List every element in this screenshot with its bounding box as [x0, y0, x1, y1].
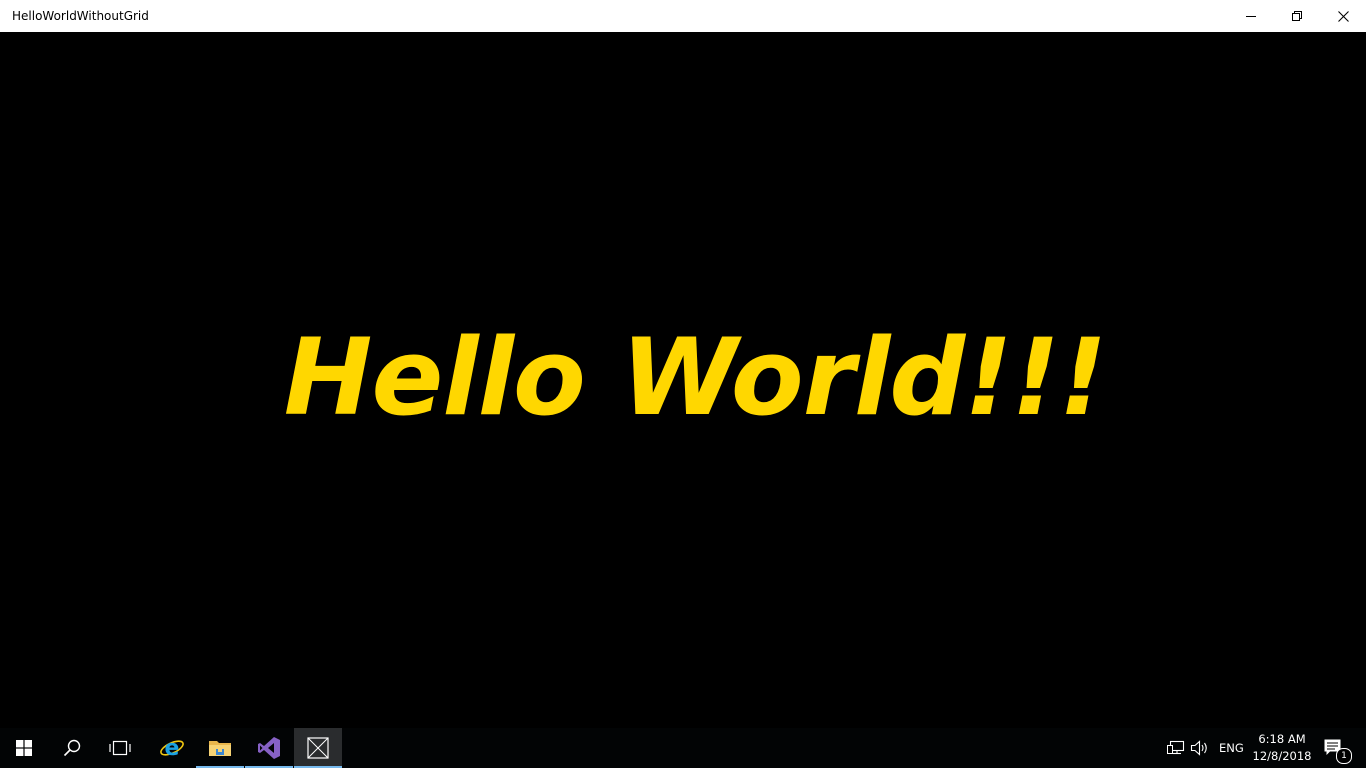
minimize-button[interactable] [1228, 0, 1274, 32]
close-button[interactable] [1320, 0, 1366, 32]
file-explorer-icon [209, 741, 231, 756]
close-icon [1337, 10, 1349, 22]
hello-world-app-icon [307, 737, 329, 759]
minimize-icon [1246, 16, 1256, 17]
visual-studio-icon [258, 737, 280, 759]
network-icon [1167, 740, 1185, 755]
volume-button[interactable] [1190, 738, 1210, 758]
taskbar-internet-explorer[interactable]: e [148, 728, 196, 768]
action-center-button[interactable]: 1 [1322, 738, 1352, 764]
taskbar: e ENG 6:18 AM 12/8/2018 1 [0, 728, 1366, 768]
network-button[interactable] [1166, 738, 1186, 758]
task-view-icon [109, 740, 131, 756]
clock[interactable]: 6:18 AM 12/8/2018 [1246, 731, 1318, 765]
app-window: HelloWorldWithoutGrid Hello World!!! [0, 0, 1366, 728]
taskbar-visual-studio[interactable] [245, 728, 293, 768]
start-button[interactable] [0, 728, 48, 768]
restore-button[interactable] [1274, 0, 1320, 32]
clock-time: 6:18 AM [1258, 732, 1306, 746]
internet-explorer-icon: e [160, 736, 184, 760]
task-view-button[interactable] [96, 728, 144, 768]
search-button[interactable] [48, 728, 96, 768]
clock-date: 12/8/2018 [1252, 749, 1312, 763]
restore-icon [1292, 11, 1302, 21]
notification-count-badge: 1 [1336, 748, 1352, 764]
language-indicator[interactable]: ENG [1219, 741, 1244, 755]
taskbar-hello-world-app[interactable] [294, 728, 342, 768]
window-title: HelloWorldWithoutGrid [12, 9, 149, 23]
search-icon [63, 739, 81, 757]
svg-text:e: e [165, 736, 180, 760]
app-content: Hello World!!! [0, 32, 1366, 728]
volume-icon [1190, 740, 1207, 756]
taskbar-file-explorer[interactable] [196, 728, 244, 768]
windows-start-icon [16, 740, 32, 756]
title-bar[interactable]: HelloWorldWithoutGrid [0, 0, 1366, 32]
hello-world-text: Hello World!!! [283, 316, 1107, 439]
